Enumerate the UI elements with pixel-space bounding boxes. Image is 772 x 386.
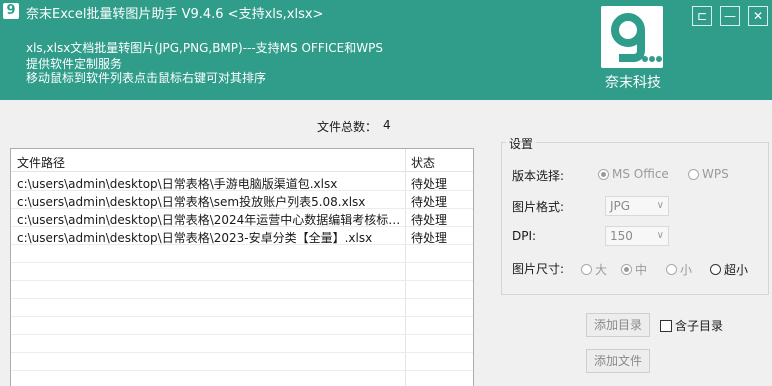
pin-window-button[interactable]: ⊏ (692, 6, 712, 26)
radio-label: 中 (635, 263, 648, 277)
dpi-select[interactable]: 150 ∨ (605, 226, 669, 246)
empty-row (11, 245, 473, 263)
chevron-down-icon: ∨ (656, 230, 664, 241)
chevron-down-icon: ∨ (656, 200, 664, 211)
cell-status: 待处理 (411, 231, 448, 245)
radio-dot (621, 264, 632, 275)
table-row[interactable]: c:\users\admin\desktop\日常表格\sem投放账户列表5.0… (11, 191, 473, 209)
size-label: 图片尺寸: (512, 262, 565, 276)
column-header-status[interactable]: 状态 (411, 154, 435, 171)
format-select[interactable]: JPG ∨ (605, 196, 669, 216)
version-radio-wps[interactable]: WPS (688, 167, 729, 181)
radio-label: WPS (702, 167, 729, 181)
radio-label: 大 (595, 263, 608, 277)
radio-dot (581, 264, 592, 275)
radio-dot (598, 168, 609, 180)
format-value: JPG (610, 199, 631, 213)
cell-path: c:\users\admin\desktop\日常表格\sem投放账户列表5.0… (17, 195, 366, 209)
empty-row (11, 353, 473, 371)
cell-path: c:\users\admin\desktop\日常表格\手游电脑版渠道包.xls… (17, 177, 338, 191)
radio-label: MS Office (612, 167, 669, 181)
radio-dot (688, 168, 699, 180)
settings-legend: 设置 (506, 135, 537, 152)
checkbox-label: 含子目录 (675, 319, 724, 333)
cell-status: 待处理 (411, 213, 448, 227)
version-radio-msoffice[interactable]: MS Office (598, 167, 669, 181)
size-radio-large[interactable]: 大 (581, 261, 607, 278)
empty-row (11, 299, 473, 317)
cell-path: c:\users\admin\desktop\日常表格\2023-安卓分类【全量… (17, 231, 373, 245)
dpi-value: 150 (610, 229, 633, 243)
dpi-label: DPI: (512, 229, 537, 243)
size-radio-small[interactable]: 小 (666, 261, 692, 278)
app-title: 奈末Excel批量转图片助手 V9.4.6 <支持xls,xlsx> (26, 7, 324, 22)
minimize-button[interactable]: — (720, 6, 740, 26)
radio-dot (710, 264, 721, 275)
empty-row (11, 317, 473, 335)
size-radio-xsmall[interactable]: 超小 (710, 261, 748, 278)
header-bar: 9 奈末Excel批量转图片助手 V9.4.6 <支持xls,xlsx> xls… (0, 0, 772, 100)
radio-dot (666, 264, 677, 275)
include-subdir-checkbox[interactable]: 含子目录 (660, 317, 723, 334)
cell-path: c:\users\admin\desktop\日常表格\2024年运营中心数据编… (17, 213, 403, 227)
column-header-path[interactable]: 文件路径 (17, 154, 65, 171)
empty-row (11, 335, 473, 353)
file-count-label: 文件总数： (317, 120, 378, 134)
table-row[interactable]: c:\users\admin\desktop\日常表格\2024年运营中心数据编… (11, 209, 473, 227)
table-row[interactable]: c:\users\admin\desktop\日常表格\手游电脑版渠道包.xls… (11, 173, 473, 191)
cell-status: 待处理 (411, 177, 448, 191)
radio-label: 小 (680, 263, 693, 277)
file-count-value: 4 (383, 118, 391, 132)
radio-label: 超小 (724, 263, 749, 277)
size-radio-medium[interactable]: 中 (621, 261, 647, 278)
empty-row (11, 281, 473, 299)
list-header: 文件路径 状态 (11, 149, 473, 172)
table-row[interactable]: c:\users\admin\desktop\日常表格\2023-安卓分类【全量… (11, 227, 473, 245)
cell-status: 待处理 (411, 195, 448, 209)
format-label: 图片格式: (512, 200, 565, 214)
empty-row (11, 371, 473, 386)
version-label: 版本选择: (512, 169, 565, 183)
add-file-button[interactable]: 添加文件 (586, 349, 650, 373)
description-line-1: xls,xlsx文档批量转图片(JPG,PNG,BMP)---支持MS OFFI… (26, 41, 383, 55)
brand-name: 奈末科技 (605, 75, 661, 91)
close-button[interactable]: ✕ (748, 6, 768, 26)
brand-logo-icon (601, 6, 663, 68)
app-logo-icon: 9 (3, 3, 19, 19)
description-line-3: 移动鼠标到软件列表点击鼠标右键可对其排序 (26, 71, 267, 85)
add-directory-button[interactable]: 添加目录 (586, 313, 650, 337)
empty-row (11, 263, 473, 281)
file-list[interactable]: 文件路径 状态 c:\users\admin\desktop\日常表格\手游电脑… (10, 148, 474, 386)
checkbox-box (660, 319, 672, 332)
